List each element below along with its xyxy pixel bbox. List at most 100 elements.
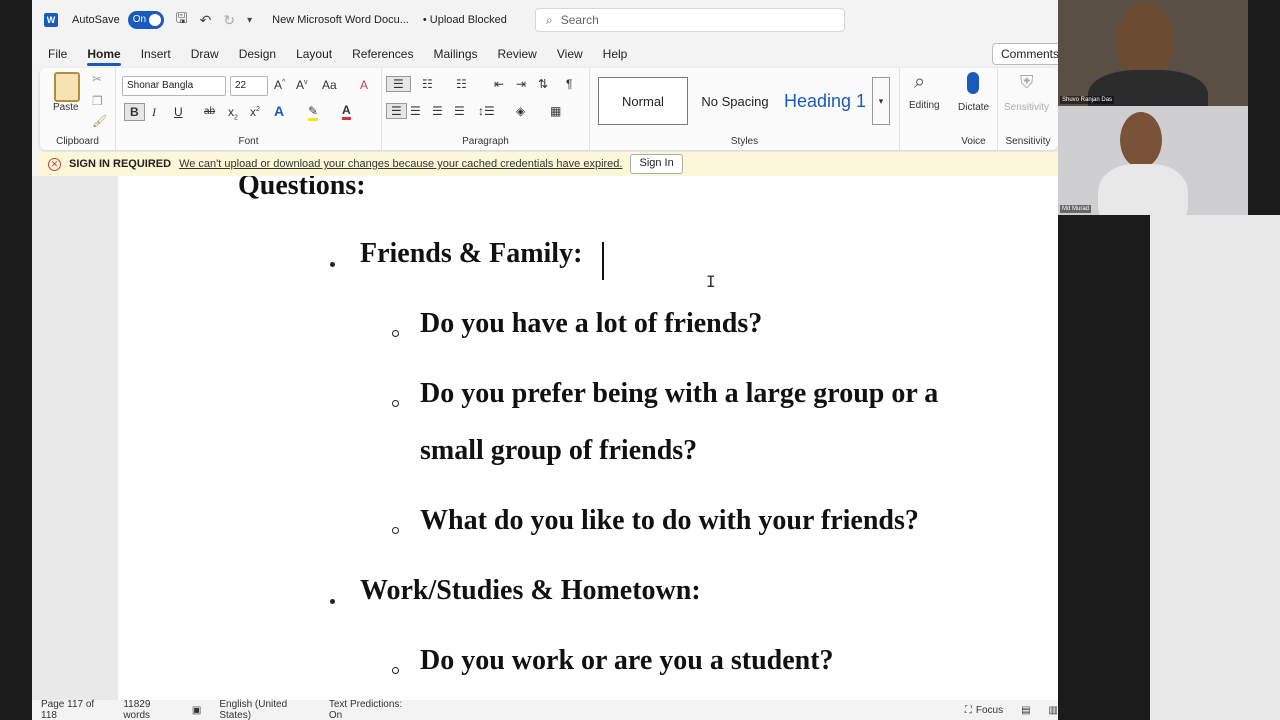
paragraph-group: ☰ ☷ ☷ ⇤ ⇥ ⇅ ¶ ☰ ☰ ☰ ☰ ↕☰ ◈ ▦ Paragraph <box>382 68 590 150</box>
list-item-level1: Friends & Family: <box>360 238 583 269</box>
style-heading-1[interactable]: Heading 1 <box>780 77 870 125</box>
read-mode-icon[interactable]: ▤ <box>1021 705 1030 716</box>
tab-review[interactable]: Review <box>488 40 547 68</box>
word-window: W AutoSave On 🖫 ↶ ↻ ▾ New Microsoft Word… <box>32 0 1058 720</box>
sort-icon[interactable]: ⇅ <box>538 77 548 91</box>
font-name-select[interactable]: Shonar Bangla <box>122 76 226 96</box>
text-predictions-status[interactable]: Text Predictions: On <box>329 699 409 720</box>
highlight-icon[interactable]: ✎ <box>308 104 319 121</box>
bullets-icon[interactable]: ☰ <box>386 76 411 92</box>
list-item-level1: Work/Studies & Hometown: <box>360 575 701 606</box>
word-app-icon: W <box>44 13 58 27</box>
grow-font-icon[interactable]: A^ <box>274 78 285 92</box>
word-count[interactable]: 11829 words <box>123 699 174 720</box>
decrease-indent-icon[interactable]: ⇤ <box>494 77 504 91</box>
multilevel-list-icon[interactable]: ☷ <box>456 77 467 91</box>
page-count[interactable]: Page 117 of 118 <box>41 699 105 720</box>
title-bar: W AutoSave On 🖫 ↶ ↻ ▾ New Microsoft Word… <box>32 0 1058 40</box>
paste-icon[interactable] <box>54 72 80 102</box>
cut-icon[interactable]: ✂ <box>92 72 102 86</box>
focus-button[interactable]: Focus <box>976 705 1003 716</box>
italic-button[interactable]: I <box>152 105 156 120</box>
font-size-select[interactable]: 22 <box>230 76 268 96</box>
underline-button[interactable]: U <box>174 105 183 119</box>
tab-home[interactable]: Home <box>77 40 130 68</box>
bullet-circle <box>392 400 399 407</box>
print-layout-icon[interactable]: ▥ <box>1049 705 1058 716</box>
font-color-icon[interactable]: A <box>342 103 351 120</box>
right-screen-strip <box>1150 215 1280 720</box>
message-title: SIGN IN REQUIRED <box>69 158 172 170</box>
undo-icon[interactable]: ↶ <box>200 12 212 29</box>
search-placeholder: Search <box>560 13 599 27</box>
bold-button[interactable]: B <box>124 103 145 121</box>
paste-button[interactable]: Paste <box>53 102 79 113</box>
document-title[interactable]: New Microsoft Word Docu... <box>272 14 409 26</box>
dictate-button[interactable]: Dictate <box>958 102 989 113</box>
editing-button[interactable]: Editing <box>909 100 940 111</box>
show-marks-icon[interactable]: ¶ <box>566 77 572 91</box>
proofing-icon[interactable]: ▣ <box>192 705 201 716</box>
participant-body <box>1098 164 1188 215</box>
focus-icon[interactable]: ⛶ <box>965 705 972 716</box>
search-icon: ⌕ <box>546 12 553 27</box>
style-normal[interactable]: Normal <box>598 77 688 125</box>
save-icon[interactable]: 🖫 <box>176 8 188 32</box>
styles-more-icon[interactable]: ▾ <box>872 77 890 125</box>
shrink-font-icon[interactable]: Av <box>296 78 308 92</box>
superscript-icon[interactable]: x2 <box>250 105 260 119</box>
list-item-level2-continued: small group of friends? <box>420 435 698 466</box>
voice-group-label: Voice <box>961 136 986 147</box>
format-painter-icon[interactable]: 🖌 <box>92 114 107 128</box>
bullet-circle <box>392 667 399 674</box>
copy-icon[interactable]: ❐ <box>92 94 103 108</box>
upload-status[interactable]: • Upload Blocked <box>423 14 507 26</box>
clear-formatting-icon[interactable]: A <box>360 78 368 92</box>
document-page[interactable]: Questions: Friends & Family: I Do you ha… <box>118 176 1058 700</box>
styles-group-label: Styles <box>730 136 759 147</box>
align-center-icon[interactable]: ☰ <box>410 104 421 118</box>
style-no-spacing[interactable]: No Spacing <box>690 77 780 125</box>
tab-insert[interactable]: Insert <box>131 40 181 68</box>
increase-indent-icon[interactable]: ⇥ <box>516 77 526 91</box>
tab-references[interactable]: References <box>342 40 423 68</box>
tab-layout[interactable]: Layout <box>286 40 342 68</box>
tab-view[interactable]: View <box>547 40 593 68</box>
bullet-dot <box>330 599 335 604</box>
justify-icon[interactable]: ☰ <box>454 104 465 118</box>
align-left-icon[interactable]: ☰ <box>386 103 407 119</box>
redo-icon[interactable]: ↻ <box>223 12 235 29</box>
font-group-label: Font <box>238 136 259 147</box>
styles-group: Normal No Spacing Heading 1 ▾ Styles <box>590 68 900 150</box>
message-text-link[interactable]: We can't upload or download your changes… <box>179 158 622 170</box>
align-right-icon[interactable]: ☰ <box>432 104 443 118</box>
tab-file[interactable]: File <box>38 40 77 68</box>
change-case-button[interactable]: Aa <box>322 78 337 92</box>
tab-design[interactable]: Design <box>229 40 286 68</box>
sign-in-button[interactable]: Sign In <box>630 154 683 174</box>
tab-help[interactable]: Help <box>593 40 638 68</box>
text-effects-icon[interactable]: A <box>274 103 284 119</box>
line-spacing-icon[interactable]: ↕☰ <box>478 104 495 118</box>
sign-in-message-bar: ✕ SIGN IN REQUIRED We can't upload or do… <box>40 152 1058 176</box>
numbering-icon[interactable]: ☷ <box>422 77 433 91</box>
language-status[interactable]: English (United States) <box>219 699 310 720</box>
sensitivity-icon[interactable]: ⛨ <box>1020 72 1034 93</box>
list-item-level2: What do you like to do with your friends… <box>420 505 919 536</box>
tab-mailings[interactable]: Mailings <box>423 40 487 68</box>
find-icon[interactable]: ⌕ <box>914 71 925 94</box>
subscript-icon[interactable]: x2 <box>228 105 238 121</box>
borders-icon[interactable]: ▦ <box>550 104 561 118</box>
doc-heading: Questions: <box>238 176 366 201</box>
strikethrough-button[interactable]: ab <box>204 106 215 117</box>
customize-toolbar-icon[interactable]: ▾ <box>247 15 252 26</box>
comments-button[interactable]: Comments <box>991 43 1058 65</box>
autosave-toggle[interactable]: On <box>127 11 164 29</box>
shading-icon[interactable]: ◈ <box>516 104 525 118</box>
document-canvas[interactable]: Questions: Friends & Family: I Do you ha… <box>32 176 1058 700</box>
sensitivity-button[interactable]: Sensitivity <box>1004 102 1049 113</box>
microphone-icon[interactable] <box>967 72 979 94</box>
search-input[interactable]: ⌕ Search <box>535 8 845 32</box>
tab-draw[interactable]: Draw <box>181 40 229 68</box>
bullet-dot <box>330 262 335 267</box>
